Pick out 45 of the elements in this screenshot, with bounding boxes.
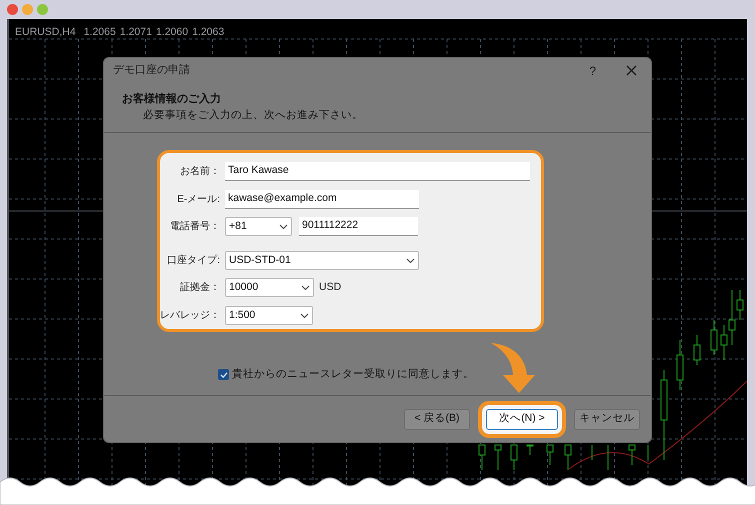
zoom-window-icon[interactable] — [37, 4, 48, 15]
field-label: 口座タイプ: — [167, 254, 220, 268]
help-button[interactable]: ? — [589, 62, 596, 80]
dropdown-caret-icon — [279, 224, 288, 230]
field-label: 電話番号： — [170, 220, 220, 234]
checkbox[interactable] — [218, 369, 229, 380]
dropdown-caret-icon — [301, 284, 310, 290]
section-subtitle: 必要事項をご入力の上、次へお進み下さい。 — [142, 108, 364, 122]
dropdown[interactable]: 10000 — [225, 278, 314, 297]
chart-symbol: EURUSD,H4 — [15, 25, 76, 40]
text-field[interactable]: Taro Kawase — [225, 162, 530, 181]
dropdown-caret-icon — [406, 258, 415, 264]
minimize-window-icon[interactable] — [22, 4, 33, 15]
candlestick — [510, 444, 518, 470]
dropdown-caret-icon — [300, 312, 309, 318]
close-window-icon[interactable] — [7, 4, 18, 15]
checkbox-label: 貴社からのニュースレター受取りに同意します。 — [232, 367, 474, 382]
text-field[interactable]: 9011112222 — [299, 217, 418, 236]
candlestick — [628, 444, 636, 466]
field-label: 証拠金： — [180, 280, 220, 295]
price-value: 1.2065 — [84, 25, 116, 40]
dropdown[interactable]: USD-STD-01 — [225, 251, 419, 270]
candlestick — [546, 444, 554, 466]
field-label: E-メール: — [177, 193, 220, 207]
candlestick — [694, 334, 700, 366]
candlestick — [710, 320, 718, 356]
close-icon[interactable] — [626, 65, 637, 76]
candlestick — [526, 444, 534, 456]
candlestick — [478, 444, 486, 470]
price-value: 1.2071 — [120, 25, 152, 40]
candlestick — [494, 444, 502, 470]
field-label: レバレッジ： — [160, 309, 220, 323]
dialog-title: デモ口座の申請 — [113, 62, 190, 78]
dropdown[interactable]: 1:500 — [225, 306, 313, 325]
unit-label: USD — [319, 280, 342, 295]
section-title: お客様情報のご入力 — [122, 92, 222, 107]
price-value: 1.2063 — [192, 25, 224, 40]
price-value: 1.2060 — [156, 25, 188, 40]
candlestick — [564, 444, 572, 470]
text-field[interactable]: kawase@example.com — [225, 190, 419, 209]
dropdown[interactable]: +81 — [225, 217, 292, 236]
dialog-button[interactable]: キャンセル — [574, 408, 640, 430]
field-label: お名前： — [180, 165, 220, 179]
candlestick — [676, 340, 684, 390]
dialog-button[interactable]: < 戻る(B) — [404, 408, 470, 430]
